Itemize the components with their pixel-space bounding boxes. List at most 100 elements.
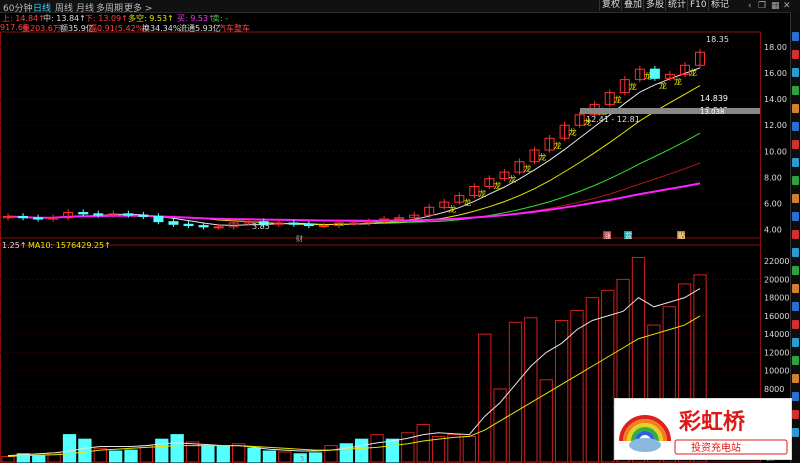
volume-bar xyxy=(447,434,461,463)
volume-axis: 2200020000180001600014000120001000080006… xyxy=(764,257,789,412)
volume-bar xyxy=(155,438,169,463)
sidebar-tool-icon[interactable] xyxy=(792,302,799,311)
volume-bar xyxy=(478,333,492,463)
volume-bar xyxy=(108,450,123,463)
volume-ma-lines xyxy=(7,288,701,458)
chevron-left-icon[interactable]: ‹ xyxy=(748,1,752,11)
sidebar-tool-icon[interactable] xyxy=(792,194,799,203)
volume-bar xyxy=(355,438,369,463)
marker-cai: 财 xyxy=(296,234,303,243)
signal-dragon-label: 龙 xyxy=(448,204,456,214)
ma30-line xyxy=(7,162,701,222)
sidebar-tool-icon[interactable] xyxy=(792,230,799,239)
volume-bar xyxy=(78,438,92,463)
price-tick-label: 16.00 xyxy=(764,69,787,78)
price-tick-label: 8.00 xyxy=(764,173,782,182)
volume-ma10-line xyxy=(7,315,701,458)
sidebar-tool-icon[interactable] xyxy=(792,410,799,419)
sidebar-tool-icon[interactable] xyxy=(792,392,799,401)
volume-bar xyxy=(278,451,292,463)
volume-tick-label: 8000 xyxy=(764,385,784,394)
price-tick-label: 12.00 xyxy=(764,121,787,130)
watermark-logo: 彩虹桥 投资充电站 xyxy=(614,398,792,460)
sidebar-tool-icon[interactable] xyxy=(792,266,799,275)
overlay-button[interactable]: 叠加 xyxy=(621,0,644,11)
sidebar-tool-icon[interactable] xyxy=(792,140,799,149)
sidebar-tool-icon[interactable] xyxy=(792,338,799,347)
signal-dragon-label: 龙 xyxy=(478,188,486,198)
signal-labels: 龙龙龙龙龙龙龙龙龙龙龙龙龙龙龙龙龙 xyxy=(448,67,697,214)
restore-icon[interactable]: ❐ xyxy=(758,1,766,11)
volume-tick-label: 14000 xyxy=(764,330,789,339)
multi-stock-button[interactable]: 多股 xyxy=(643,0,666,11)
candle-body xyxy=(318,225,329,228)
price-tick-label: 14.00 xyxy=(764,95,787,104)
volume-bar xyxy=(247,447,261,463)
low-price-label: 3.85 xyxy=(252,222,270,231)
sidebar-tool-icon[interactable] xyxy=(792,86,799,95)
volume-ma10-label: MA10: 1576429.25↑ xyxy=(28,241,111,250)
price-tick-label: 18.00 xyxy=(764,43,787,52)
sidebar-tool-icon[interactable] xyxy=(792,32,799,41)
candle-body xyxy=(33,217,44,220)
grid-icon[interactable]: ▦ xyxy=(771,1,780,11)
signal-dragon-label: 龙 xyxy=(523,164,531,174)
rainbow-logo-icon: 彩虹桥 投资充电站 xyxy=(619,409,788,455)
close-icon[interactable]: ✕ xyxy=(783,1,791,11)
fuquan-button[interactable]: 复权 xyxy=(599,0,622,11)
sidebar-tool-icon[interactable] xyxy=(792,122,799,131)
volume-bar xyxy=(539,379,553,463)
statistics-button[interactable]: 统计 xyxy=(665,0,688,11)
high-price-label: 18.35 xyxy=(706,35,729,44)
price-axis: 18.00 16.00 14.00 12.00 10.00 8.00 6.00 4.00 xyxy=(764,43,787,234)
sidebar-tool-icon[interactable] xyxy=(792,248,799,257)
volume-tick-label: 20000 xyxy=(764,275,789,284)
candle-body xyxy=(198,225,209,228)
right-sidebar xyxy=(790,12,800,463)
candle-body xyxy=(123,213,134,216)
watermark-subtitle: 投资充电站 xyxy=(691,441,741,454)
sidebar-tool-icon[interactable] xyxy=(792,176,799,185)
sidebar-tool-icon[interactable] xyxy=(792,320,799,329)
volume-tick-label: 10000 xyxy=(764,367,789,376)
volume-tick-label: 12000 xyxy=(764,348,789,357)
sidebar-tool-icon[interactable] xyxy=(792,428,799,437)
volume-bar xyxy=(170,434,184,463)
sidebar-tool-icon[interactable] xyxy=(792,158,799,167)
range-label: 12.41 - 12.81 xyxy=(586,115,640,124)
price-tick-label: 4.00 xyxy=(764,225,782,234)
sidebar-tool-icon[interactable] xyxy=(792,374,799,383)
signal-dragon-label: 龙 xyxy=(629,82,637,92)
volume-gridlines xyxy=(0,260,760,408)
volume-bar xyxy=(216,445,230,463)
candle-body xyxy=(288,222,299,225)
volume-bars xyxy=(1,256,707,463)
volume-bar xyxy=(62,434,77,463)
volume-tick-label: 22000 xyxy=(764,257,789,266)
sidebar-tool-icon[interactable] xyxy=(792,356,799,365)
candle-body xyxy=(183,223,194,227)
volume-bar xyxy=(262,450,277,463)
sidebar-tool-icon[interactable] xyxy=(792,104,799,113)
sidebar-tool-icon[interactable] xyxy=(792,50,799,59)
volume-bar xyxy=(124,449,138,463)
candle-body xyxy=(78,212,89,215)
f10-button[interactable]: F10 xyxy=(687,0,709,11)
volume-bar xyxy=(462,435,476,463)
volume-bar xyxy=(339,443,353,463)
signal-dragon-label: 龙 xyxy=(689,67,697,77)
sidebar-tool-icon[interactable] xyxy=(792,68,799,77)
sidebar-tool-icon[interactable] xyxy=(792,212,799,221)
candle-body xyxy=(213,226,224,229)
ma3-label: 13.038 xyxy=(700,108,725,116)
candle-body xyxy=(138,214,149,217)
kline-chart[interactable]: 龙龙龙龙龙龙龙龙龙龙龙龙龙龙龙龙龙 18.00 16.00 14.00 12.00 10… xyxy=(0,12,790,463)
candle-body xyxy=(168,221,179,225)
bottom-mid-label: 5 xyxy=(300,455,304,463)
highlight-band xyxy=(580,108,760,114)
signal-dragon-label: 龙 xyxy=(554,140,562,150)
volume-bar xyxy=(508,321,523,463)
mark-button[interactable]: 标记 xyxy=(708,0,731,11)
sidebar-tool-icon[interactable] xyxy=(792,284,799,293)
marker-pen: 盆 xyxy=(625,231,632,240)
